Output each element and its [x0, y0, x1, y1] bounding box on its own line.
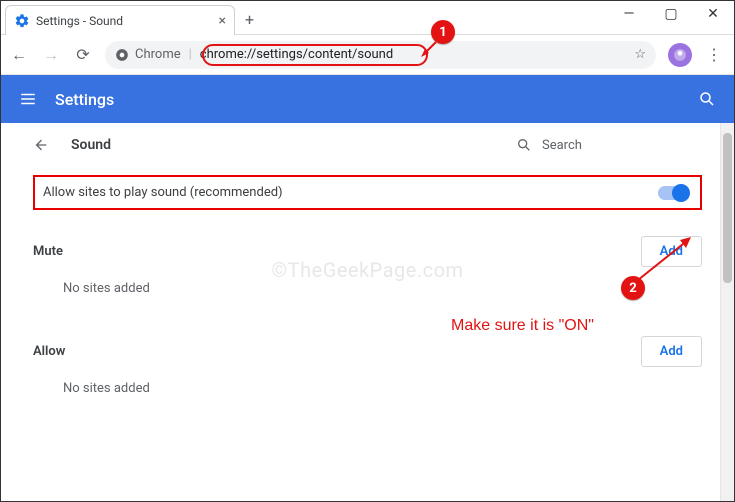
omnibox-url: chrome://settings/content/sound	[200, 47, 393, 62]
maximize-button[interactable]: ▢	[650, 1, 692, 27]
annotation-circle-1: 1	[431, 20, 455, 44]
hamburger-menu-button[interactable]	[19, 90, 37, 108]
arrow-left-icon	[33, 137, 49, 153]
chrome-icon	[115, 48, 129, 62]
scrollbar-track[interactable]	[720, 123, 734, 501]
browser-tab[interactable]: Settings - Sound ×	[5, 5, 235, 35]
window-controls: — ▢ ✕	[608, 1, 734, 27]
search-icon	[698, 90, 716, 108]
nav-back-button[interactable]: ←	[9, 45, 29, 65]
content-area: Sound Search Allow sites to play sound (…	[1, 123, 734, 501]
page-back-button[interactable]	[33, 137, 49, 153]
omnibox-chip-label: Chrome	[135, 47, 181, 62]
profile-avatar[interactable]	[668, 43, 692, 67]
page-title: Sound	[71, 137, 111, 153]
mute-title: Mute	[33, 244, 63, 259]
allow-sound-row: Allow sites to play sound (recommended)	[33, 175, 702, 210]
mute-add-button[interactable]: Add	[641, 236, 702, 267]
mute-section-header: Mute Add	[33, 236, 702, 267]
mute-empty-text: No sites added	[63, 281, 702, 296]
tab-title: Settings - Sound	[36, 14, 123, 28]
toggle-knob	[672, 184, 690, 202]
settings-toolbar: Settings	[1, 75, 734, 123]
annotation-caption: Make sure it is "ON"	[451, 317, 594, 335]
allow-title: Allow	[33, 344, 65, 359]
settings-title: Settings	[55, 90, 114, 109]
window-titlebar: Settings - Sound × + — ▢ ✕	[1, 1, 734, 35]
omnibox[interactable]: Chrome | chrome://settings/content/sound…	[105, 41, 656, 69]
omnibox-chip: Chrome	[115, 47, 181, 62]
allow-empty-text: No sites added	[63, 381, 702, 396]
annotation-circle-2: 2	[621, 276, 645, 300]
omnibox-separator: |	[189, 47, 192, 62]
nav-forward-button[interactable]: →	[41, 45, 61, 65]
page-subheader: Sound Search	[1, 123, 720, 153]
bookmark-star-icon[interactable]: ☆	[634, 47, 646, 62]
close-tab-icon[interactable]: ×	[219, 13, 226, 29]
new-tab-button[interactable]: +	[245, 10, 254, 29]
allow-add-button[interactable]: Add	[641, 336, 702, 367]
browser-menu-button[interactable]: ⋮	[704, 45, 724, 65]
allow-sound-toggle[interactable]	[658, 186, 688, 200]
search-icon	[516, 137, 532, 153]
settings-search-button[interactable]	[698, 90, 716, 108]
close-window-button[interactable]: ✕	[692, 1, 734, 27]
hamburger-icon	[19, 90, 37, 108]
nav-reload-button[interactable]: ⟳	[73, 45, 93, 65]
allow-sound-label: Allow sites to play sound (recommended)	[43, 185, 283, 200]
address-bar-row: ← → ⟳ Chrome | chrome://settings/content…	[1, 35, 734, 75]
scrollbar-thumb[interactable]	[723, 133, 732, 283]
page-search-placeholder: Search	[542, 138, 582, 153]
avatar-icon	[673, 48, 687, 62]
page-search[interactable]: Search	[516, 137, 696, 153]
allow-section-header: Allow Add	[33, 336, 702, 367]
minimize-button[interactable]: —	[608, 1, 650, 27]
gear-icon	[14, 13, 30, 29]
